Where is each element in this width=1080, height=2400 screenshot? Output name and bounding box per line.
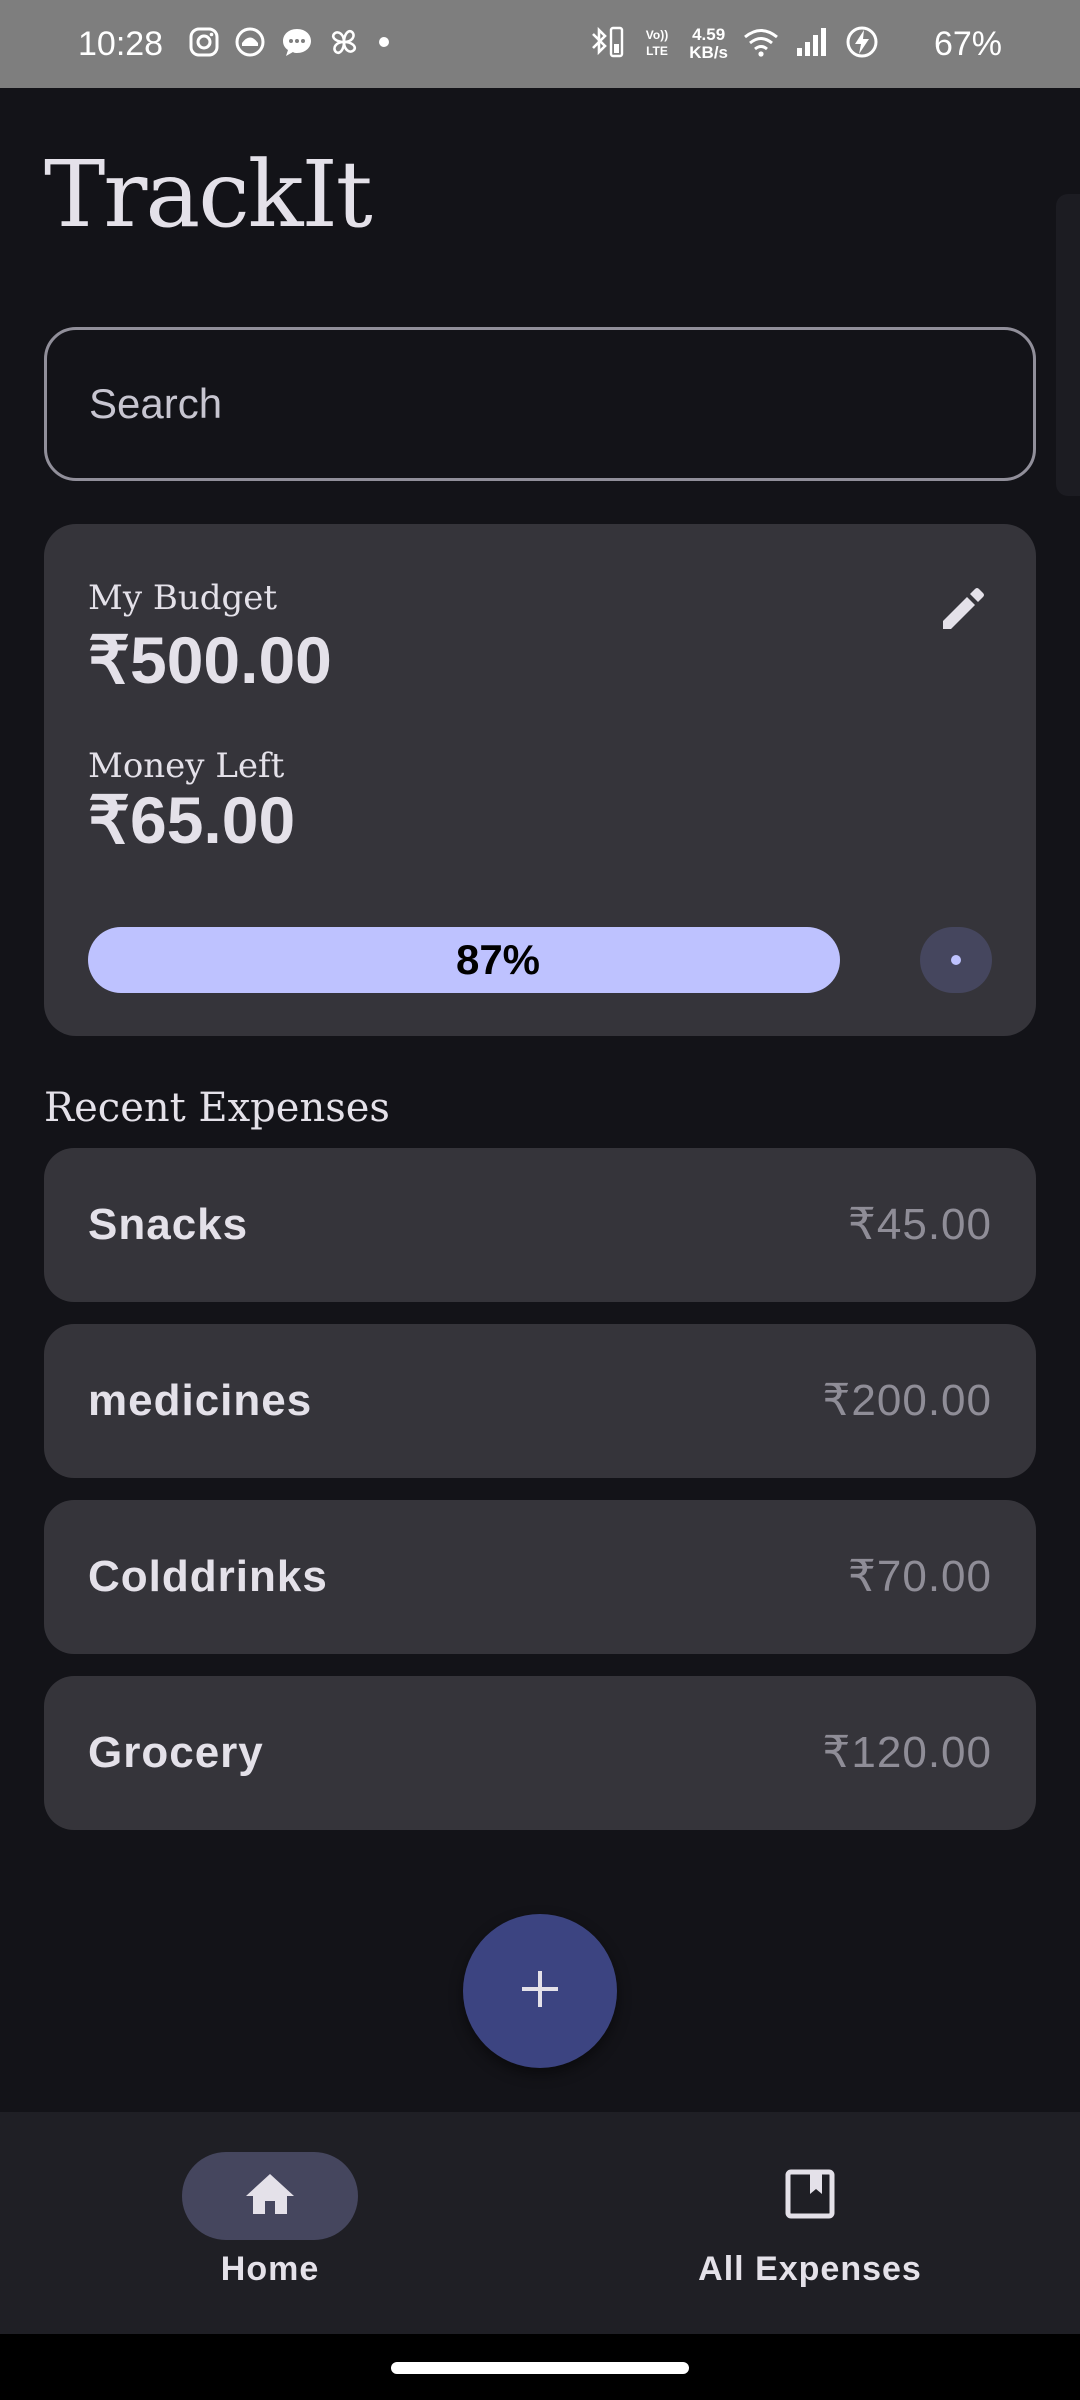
expense-amount: ₹200.00	[822, 1376, 992, 1425]
volte-label: Vo))	[646, 28, 668, 42]
money-left-amount: ₹65.00	[88, 783, 296, 857]
status-bar: 10:28 Vo)) LTE 4.59 KB/s 67%	[0, 0, 1080, 88]
pencil-icon	[936, 580, 992, 640]
expense-amount: ₹120.00	[822, 1728, 992, 1777]
search-input[interactable]	[87, 330, 987, 478]
expense-amount: ₹70.00	[847, 1552, 992, 1601]
system-status-icons: Vo)) LTE 4.59 KB/s	[587, 22, 880, 66]
expense-amount: ₹45.00	[847, 1200, 992, 1249]
home-gesture-handle[interactable]	[391, 2362, 689, 2374]
budget-progress-bar: 87%	[88, 927, 952, 993]
wifi-icon	[742, 26, 780, 62]
net-speed-value: 4.59	[692, 25, 726, 44]
expense-item[interactable]: medicines ₹200.00	[44, 1324, 1036, 1478]
bluetooth-icon	[587, 24, 625, 64]
app-icon	[234, 26, 266, 62]
progress-stop-indicator	[951, 955, 961, 965]
nav-item-all-expenses[interactable]: All Expenses	[540, 2112, 1080, 2334]
lte-label: LTE	[646, 44, 668, 58]
status-time: 10:28	[78, 25, 164, 63]
gesture-navigation-area	[0, 2334, 1080, 2400]
battery-percent: 67%	[933, 25, 1002, 63]
recent-expenses-list: Snacks ₹45.00 medicines ₹200.00 Colddrin…	[44, 1148, 1036, 1830]
messages-icon	[280, 26, 314, 62]
budget-amount: ₹500.00	[88, 623, 332, 697]
home-icon	[242, 2166, 298, 2226]
bottom-navigation: Home All Expenses	[0, 2112, 1080, 2334]
expense-name: Colddrinks	[88, 1552, 328, 1601]
nav-icon-container	[722, 2152, 898, 2240]
nav-label-all-expenses: All Expenses	[698, 2250, 922, 2288]
expense-item[interactable]: Grocery ₹120.00	[44, 1676, 1036, 1830]
edit-budget-button[interactable]	[924, 570, 1004, 650]
expense-name: Grocery	[88, 1728, 264, 1777]
expense-name: Snacks	[88, 1200, 249, 1249]
app-screen: 10:28 Vo)) LTE 4.59 KB/s 67% TrackIt Sea…	[0, 0, 1080, 2400]
expense-item[interactable]: Snacks ₹45.00	[44, 1148, 1036, 1302]
plus-icon	[518, 1967, 562, 2015]
nav-item-home[interactable]: Home	[0, 2112, 540, 2334]
expense-item[interactable]: Colddrinks ₹70.00	[44, 1500, 1036, 1654]
pinwheel-icon	[328, 26, 360, 62]
budget-card: My Budget ₹500.00 Money Left ₹65.00 87%	[44, 524, 1036, 1036]
volte-lte-icon: Vo)) LTE	[639, 24, 675, 64]
expense-name: medicines	[88, 1376, 313, 1425]
add-expense-button[interactable]	[463, 1914, 617, 2068]
page-title: TrackIt	[44, 141, 373, 248]
nav-active-indicator	[182, 2152, 358, 2240]
net-speed-unit: KB/s	[689, 43, 728, 62]
bookmark-icon	[782, 2166, 838, 2226]
net-speed: 4.59 KB/s	[689, 26, 728, 62]
budget-progress-remainder	[920, 927, 992, 993]
dot-icon	[374, 26, 394, 62]
recent-expenses-title: Recent Expenses	[44, 1085, 390, 1131]
search-field[interactable]	[44, 327, 1036, 481]
budget-progress-text: 87%	[455, 936, 541, 983]
budget-label: My Budget	[88, 578, 278, 618]
instagram-icon	[188, 26, 220, 62]
signal-icon	[794, 26, 830, 62]
battery-charging-icon	[844, 24, 880, 64]
scroll-edge-indicator	[1056, 194, 1080, 496]
nav-label-home: Home	[220, 2250, 320, 2288]
notification-icons	[188, 24, 394, 64]
